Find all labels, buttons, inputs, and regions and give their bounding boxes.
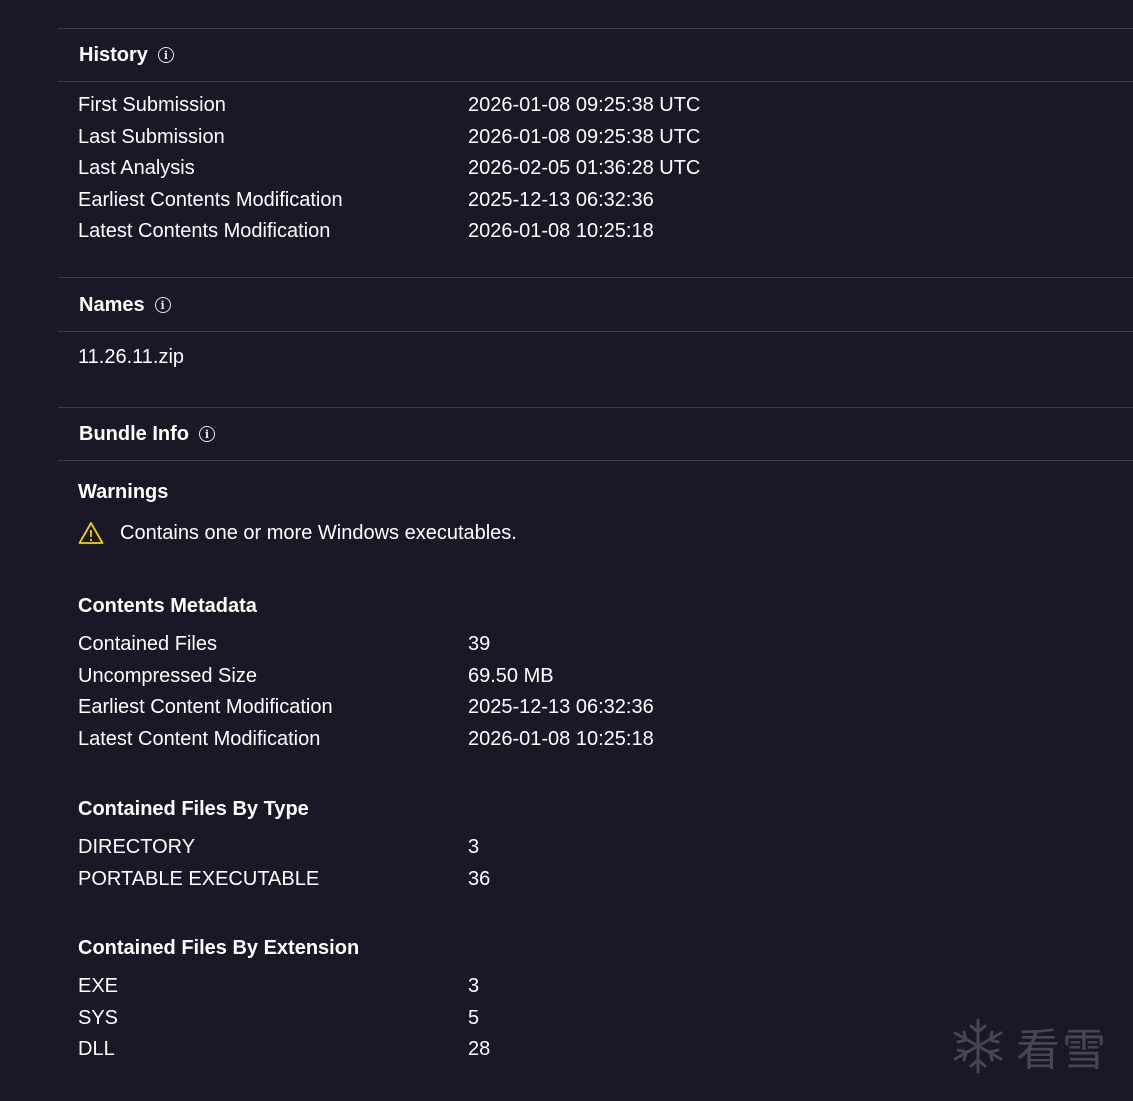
history-title: History [79, 43, 148, 66]
row-value: 2025-12-13 06:32:36 [468, 188, 654, 211]
row-key: First Submission [78, 94, 226, 117]
warning-triangle-icon [78, 522, 104, 544]
by-type-title: Contained Files By Type [78, 798, 309, 820]
row-value: 2026-01-08 10:25:18 [468, 220, 654, 243]
metadata-row: Contained Files 39 [78, 629, 1133, 661]
warning-text: Contains one or more Windows executables… [120, 521, 517, 544]
metadata-row: Uncompressed Size 69.50 MB [78, 661, 1133, 693]
row-value: 2026-02-05 01:36:28 UTC [468, 157, 701, 180]
row-key: SYS [78, 1006, 119, 1029]
divider [58, 407, 1133, 408]
row-value: 69.50 MB [468, 664, 554, 687]
history-row: Last Analysis 2026-02-05 01:36:28 UTC [78, 153, 1133, 185]
type-row: PORTABLE EXECUTABLE 36 [78, 864, 1133, 896]
divider [58, 81, 1133, 82]
row-key: DLL [78, 1038, 115, 1061]
names-header[interactable]: Names i [79, 293, 171, 317]
warning-item: Contains one or more Windows executables… [78, 521, 517, 545]
history-row: Earliest Contents Modification 2025-12-13… [78, 185, 1133, 217]
row-value: 2026-01-08 09:25:38 UTC [468, 94, 701, 117]
row-key: DIRECTORY [78, 836, 196, 859]
row-key: Earliest Content Modification [78, 696, 333, 719]
divider [58, 277, 1133, 278]
row-key: Contained Files [78, 633, 217, 656]
history-row: First Submission 2026-01-08 09:25:38 UTC [78, 90, 1133, 122]
bundle-info-title: Bundle Info [79, 422, 189, 445]
watermark: 看雪 [950, 1014, 1120, 1078]
row-key: EXE [78, 975, 119, 998]
warnings-title: Warnings [78, 481, 169, 503]
row-value: 28 [468, 1038, 491, 1061]
row-key: Uncompressed Size [78, 664, 257, 687]
row-value: 3 [468, 975, 480, 998]
info-icon[interactable]: i [157, 47, 174, 63]
row-value: 3 [468, 836, 480, 859]
row-value: 36 [468, 867, 491, 890]
watermark-text: 看雪 [1016, 1025, 1108, 1076]
extension-row: EXE 3 [78, 971, 1133, 1003]
divider [58, 331, 1133, 332]
row-key: Latest Content Modification [78, 727, 321, 750]
row-key: Last Submission [78, 125, 225, 148]
name-item: 11.26.11.zip [78, 346, 185, 368]
bundle-info-header[interactable]: Bundle Info i [79, 422, 215, 446]
metadata-row: Earliest Content Modification 2025-12-13 … [78, 692, 1133, 724]
history-row: Last Submission 2026-01-08 09:25:38 UTC [78, 122, 1133, 154]
row-key: Latest Contents Modification [78, 220, 331, 243]
info-icon[interactable]: i [198, 426, 215, 442]
row-key: PORTABLE EXECUTABLE [78, 867, 320, 890]
row-key: Last Analysis [78, 157, 195, 180]
info-icon[interactable]: i [154, 297, 171, 313]
history-header[interactable]: History i [79, 43, 174, 67]
row-value: 2026-01-08 10:25:18 [468, 727, 654, 750]
report-panel: History i First Submission 2026-01-08 09:… [58, 0, 1133, 1101]
row-value: 2025-12-13 06:32:36 [468, 696, 654, 719]
history-table: First Submission 2026-01-08 09:25:38 UTC … [78, 90, 1133, 248]
by-extension-title: Contained Files By Extension [78, 937, 360, 959]
by-type-table: DIRECTORY 3 PORTABLE EXECUTABLE 36 [78, 832, 1133, 895]
metadata-row: Latest Content Modification 2026-01-08 10… [78, 724, 1133, 756]
contents-metadata-title: Contents Metadata [78, 595, 257, 617]
history-row: Latest Contents Modification 2026-01-08 1… [78, 216, 1133, 248]
names-title: Names [79, 293, 145, 316]
row-value: 2026-01-08 09:25:38 UTC [468, 125, 701, 148]
snowflake-icon [953, 1018, 1003, 1074]
divider [58, 460, 1133, 461]
row-value: 5 [468, 1006, 480, 1029]
row-key: Earliest Contents Modification [78, 188, 343, 211]
row-value: 39 [468, 633, 491, 656]
type-row: DIRECTORY 3 [78, 832, 1133, 864]
divider [58, 28, 1133, 29]
contents-metadata-table: Contained Files 39 Uncompressed Size 69.50… [78, 629, 1133, 755]
